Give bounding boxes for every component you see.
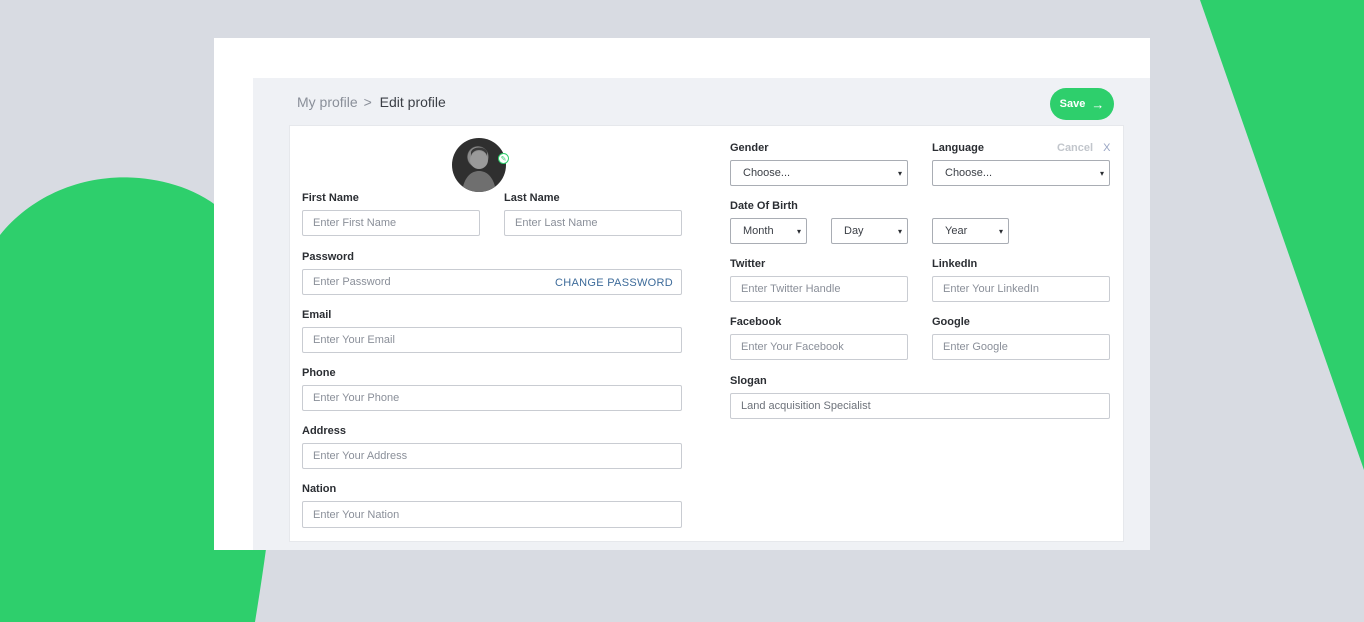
dob-year-value: Year [945, 225, 968, 237]
password-label: Password [302, 251, 354, 263]
avatar-image [462, 147, 496, 192]
language-select-value: Choose... [945, 167, 993, 179]
chevron-down-icon: ▾ [796, 227, 801, 236]
last-name-input[interactable]: Enter Last Name [504, 210, 682, 236]
breadcrumb-current: Edit profile [379, 94, 446, 110]
breadcrumb: My profile > Edit profile [297, 94, 446, 110]
avatar[interactable] [452, 138, 506, 192]
date-of-birth-label: Date Of Birth [730, 200, 798, 212]
email-input[interactable]: Enter Your Email [302, 327, 682, 353]
language-label: Language [932, 142, 984, 154]
breadcrumb-separator: > [363, 94, 372, 110]
change-password-link[interactable]: CHANGE PASSWORD [555, 277, 673, 289]
cancel-label: Cancel [1057, 142, 1094, 154]
password-input[interactable]: Enter Password CHANGE PASSWORD [302, 269, 682, 295]
chevron-down-icon: ▾ [998, 227, 1003, 236]
content-panel: My profile > Edit profile Save → ✎ Cance… [253, 78, 1150, 550]
gender-select-value: Choose... [743, 167, 791, 179]
edit-profile-card: My profile > Edit profile Save → ✎ Cance… [214, 38, 1150, 550]
google-input[interactable]: Enter Google [932, 334, 1110, 360]
nation-input[interactable]: Enter Your Nation [302, 501, 682, 528]
chevron-down-icon: ▾ [897, 169, 902, 178]
address-label: Address [302, 425, 347, 437]
arrow-right-icon: → [1091, 96, 1105, 112]
cancel-button[interactable]: Cancel X [1057, 142, 1110, 154]
dob-month-select[interactable]: Month ▾ [730, 218, 807, 244]
slogan-label: Slogan [730, 375, 767, 387]
breadcrumb-parent[interactable]: My profile [297, 94, 358, 110]
password-placeholder: Enter Password [313, 276, 391, 288]
address-input[interactable]: Enter Your Address [302, 443, 682, 469]
dob-year-select[interactable]: Year ▾ [932, 218, 1009, 244]
profile-form: ✎ Cancel X First Name Enter First Name L… [289, 125, 1124, 542]
facebook-label: Facebook [730, 316, 782, 328]
dob-day-select[interactable]: Day ▾ [831, 218, 908, 244]
twitter-input[interactable]: Enter Twitter Handle [730, 276, 908, 302]
twitter-label: Twitter [730, 258, 766, 270]
close-icon: X [1103, 142, 1111, 154]
linkedin-input[interactable]: Enter Your LinkedIn [932, 276, 1110, 302]
facebook-input[interactable]: Enter Your Facebook [730, 334, 908, 360]
dob-day-value: Day [844, 225, 864, 237]
chevron-down-icon: ▾ [1099, 169, 1104, 178]
google-label: Google [932, 316, 970, 328]
chevron-down-icon: ▾ [897, 227, 902, 236]
dob-month-value: Month [743, 225, 774, 237]
phone-label: Phone [302, 367, 336, 379]
email-label: Email [302, 309, 332, 321]
language-select[interactable]: Choose... ▾ [932, 160, 1110, 186]
phone-input[interactable]: Enter Your Phone [302, 385, 682, 411]
save-button-label: Save [1059, 98, 1086, 110]
avatar-edit-icon[interactable]: ✎ [498, 153, 509, 164]
save-button[interactable]: Save → [1050, 88, 1114, 120]
gender-label: Gender [730, 142, 769, 154]
nation-label: Nation [302, 483, 337, 495]
linkedin-label: LinkedIn [932, 258, 978, 270]
gender-select[interactable]: Choose... ▾ [730, 160, 908, 186]
last-name-label: Last Name [504, 192, 560, 204]
slogan-input[interactable]: Land acquisition Specialist [730, 393, 1110, 419]
first-name-input[interactable]: Enter First Name [302, 210, 480, 236]
first-name-label: First Name [302, 192, 359, 204]
